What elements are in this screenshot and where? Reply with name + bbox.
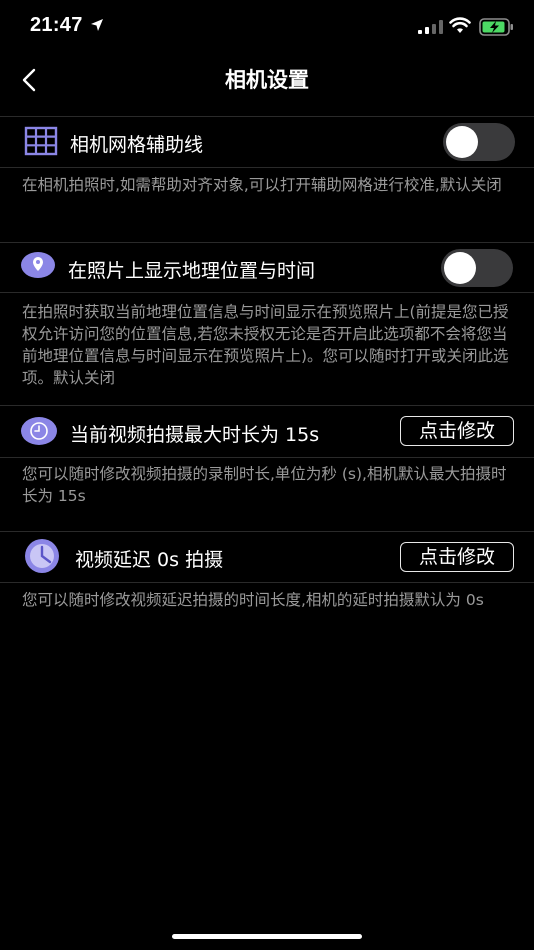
page-title: 相机设置	[225, 68, 309, 92]
nav-bar: 相机设置	[0, 56, 534, 104]
status-bar: 21:47	[0, 0, 534, 56]
grid-icon	[24, 126, 58, 156]
grid-setting-description: 在相机拍照时,如需帮助对齐对象,可以打开辅助网格进行校准,默认关闭	[22, 176, 502, 194]
divider	[0, 582, 534, 583]
cellular-signal-icon	[418, 20, 443, 34]
grid-toggle[interactable]	[443, 123, 515, 161]
edit-max-duration-button[interactable]: 点击修改	[400, 416, 514, 446]
max-duration-label: 当前视频拍摄最大时长为 15s	[70, 424, 320, 446]
location-setting-description: 在拍照时获取当前地理位置信息与时间显示在预览照片上(前提是您已授权允许访问您的位…	[22, 303, 509, 387]
home-indicator	[172, 934, 362, 939]
divider	[0, 531, 534, 532]
battery-charging-icon	[479, 18, 513, 36]
timer-clock-icon	[25, 539, 59, 573]
grid-setting-label: 相机网格辅助线	[70, 134, 204, 156]
location-arrow-icon	[91, 19, 103, 31]
location-setting-label: 在照片上显示地理位置与时间	[68, 260, 316, 282]
divider	[0, 242, 534, 243]
camera-settings-screen: 21:47 相机设置 相机网格辅助线 在相机拍照时,如需帮助对齐对象,可以打开辅…	[0, 0, 534, 950]
divider	[0, 292, 534, 293]
clock-icon	[21, 417, 57, 445]
divider	[0, 167, 534, 168]
wifi-icon	[449, 17, 471, 33]
location-toggle[interactable]	[441, 249, 513, 287]
edit-delay-button[interactable]: 点击修改	[400, 542, 514, 572]
max-duration-description: 您可以随时修改视频拍摄的录制时长,单位为秒 (s),相机默认最大拍摄时长为 15…	[22, 465, 507, 505]
divider	[0, 457, 534, 458]
delay-description: 您可以随时修改视频延迟拍摄的时间长度,相机的延时拍摄默认为 0s	[22, 591, 484, 609]
location-pin-icon	[21, 252, 55, 278]
toggle-knob	[446, 126, 478, 158]
divider	[0, 116, 534, 117]
toggle-knob	[444, 252, 476, 284]
status-time: 21:47	[30, 14, 83, 36]
delay-label: 视频延迟 0s 拍摄	[75, 549, 224, 571]
divider	[0, 405, 534, 406]
